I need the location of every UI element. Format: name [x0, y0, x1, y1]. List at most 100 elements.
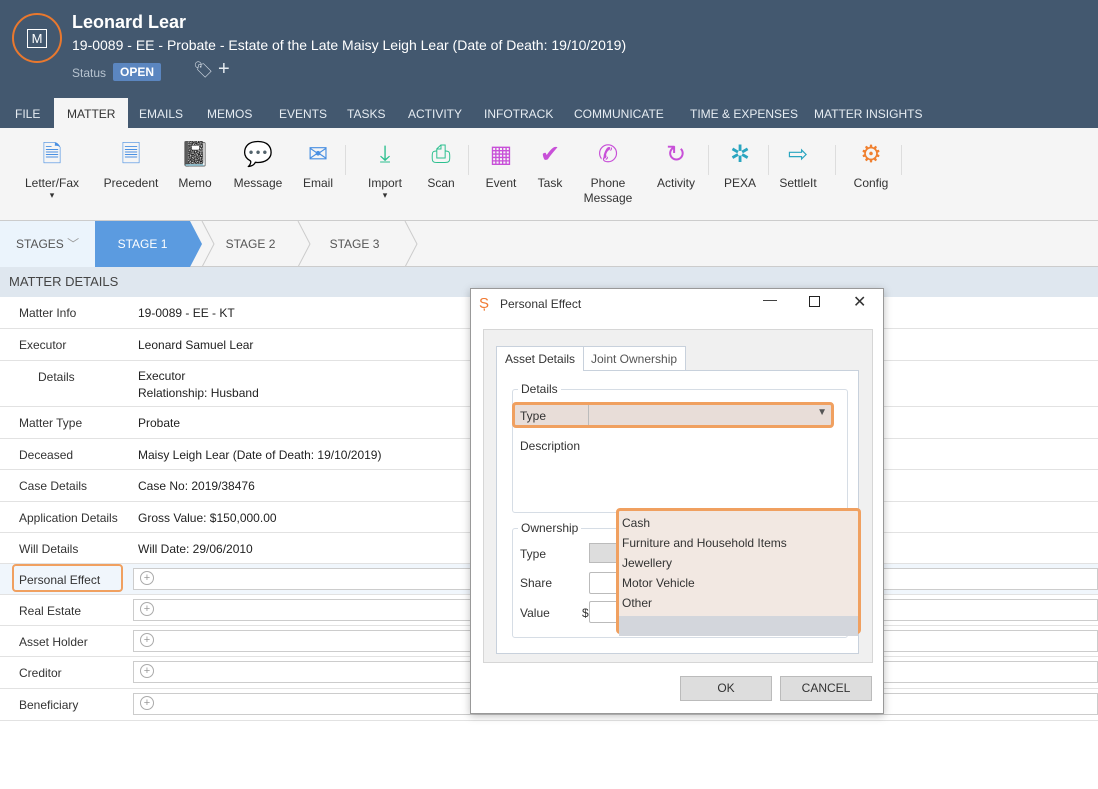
tab-communicate[interactable]: COMMUNICATE — [561, 98, 677, 128]
add-icon[interactable]: + — [140, 571, 154, 585]
add-icon[interactable]: + — [140, 696, 154, 710]
stage-divider — [404, 221, 418, 267]
ribbon-toolbar: 🗎 Letter/Fax ▾ 🗏 Precedent 📓 Memo 💬 Message ✉ Emai… — [0, 128, 1098, 221]
memo-icon: 📓 — [180, 141, 210, 168]
document-icon: 🗏 — [121, 141, 141, 168]
type-option[interactable]: Furniture and Household Items — [622, 536, 787, 550]
row-label: Executor — [19, 338, 67, 352]
chevron-down-icon: ﹀ — [67, 237, 80, 251]
toolbar-separator — [901, 145, 902, 175]
toolbar-activity-button[interactable]: ↻ Activity — [641, 140, 711, 191]
row-label: Matter Type — [19, 416, 83, 430]
status-label: Status — [72, 66, 107, 80]
toolbar-label: Phone Message — [583, 176, 633, 205]
letter-icon: 🗎 — [42, 141, 62, 168]
row-label: Matter Info — [19, 306, 77, 320]
type-option[interactable]: Cash — [622, 516, 650, 530]
row-label: Application Details — [19, 511, 118, 525]
ownership-group-title: Ownership — [518, 521, 582, 535]
toolbar-label: SettleIt — [779, 176, 817, 190]
toolbar-document-button[interactable]: 🗏 Precedent — [96, 140, 166, 191]
row-label: Will Details — [19, 542, 79, 556]
toolbar-letter-button[interactable]: 🗎 Letter/Fax ▾ — [17, 140, 87, 200]
add-icon[interactable]: + — [140, 664, 154, 678]
details-group-title: Details — [518, 382, 561, 396]
close-button[interactable]: ✕ — [853, 292, 866, 312]
logo-letter: M — [26, 28, 48, 48]
toolbar-separator — [345, 145, 346, 175]
stages-menu[interactable]: STAGES ﹀ — [0, 221, 95, 267]
stages-bar: STAGES ﹀ STAGE 1 STAGE 2 STAGE 3 — [0, 221, 1098, 267]
row-label: Case Details — [19, 479, 88, 493]
row-label: Real Estate — [19, 604, 82, 618]
toolbar-label: Email — [302, 176, 333, 190]
dropdown-arrow-icon: ▼ — [817, 407, 827, 418]
toolbar-phone-button[interactable]: ✆ Phone Message — [573, 140, 643, 206]
add-icon[interactable]: + — [140, 633, 154, 647]
toolbar-label: Letter/Fax — [24, 176, 80, 190]
app-logo-icon: Ș — [479, 295, 490, 312]
toolbar-gear-button[interactable]: ⚙ Config — [836, 140, 906, 191]
add-tag-icon[interactable]: + — [218, 58, 230, 81]
tab-infotrack[interactable]: INFOTRACK — [471, 98, 566, 128]
type-option[interactable] — [619, 616, 858, 636]
row-value: Executor — [138, 369, 186, 383]
tab-joint-ownership[interactable]: Joint Ownership — [582, 346, 687, 371]
tab-matter[interactable]: MATTER — [54, 98, 129, 128]
row-value: Will Date: 29/06/2010 — [138, 542, 253, 556]
tab-time-expenses[interactable]: TIME & EXPENSES — [677, 98, 811, 128]
currency-symbol: $ — [582, 606, 589, 620]
tab-activity[interactable]: ACTIVITY — [395, 98, 475, 128]
toolbar-memo-button[interactable]: 📓 Memo — [160, 140, 230, 191]
personal-effect-highlight — [12, 564, 123, 592]
tab-emails[interactable]: EMAILS — [126, 98, 196, 128]
settleit-icon: ⇨ — [787, 141, 809, 168]
row-label: Creditor — [19, 666, 62, 680]
toolbar-label: Activity — [656, 176, 695, 190]
email-icon: ✉ — [307, 141, 329, 168]
stage-3[interactable]: STAGE 3 — [307, 221, 402, 267]
row-value: Leonard Samuel Lear — [138, 338, 254, 352]
type-option[interactable]: Jewellery — [622, 556, 672, 570]
toolbar-separator — [835, 145, 836, 175]
type-option[interactable]: Motor Vehicle — [622, 576, 695, 590]
status-badge[interactable]: OPEN — [113, 63, 162, 81]
row-label: Deceased — [19, 448, 74, 462]
row-value: Probate — [138, 416, 181, 430]
stage-2[interactable]: STAGE 2 — [203, 221, 298, 267]
cancel-button[interactable]: CANCEL — [780, 676, 872, 701]
stage-1[interactable]: STAGE 1 — [95, 221, 190, 267]
matter-logo-icon: M — [12, 13, 62, 63]
add-icon[interactable]: + — [140, 602, 154, 616]
matter-title: Leonard Lear — [72, 12, 187, 32]
ownership-type-label: Type — [520, 547, 547, 561]
type-option[interactable]: Other — [622, 596, 652, 610]
toolbar-separator — [768, 145, 769, 175]
ok-button[interactable]: OK — [680, 676, 772, 701]
dialog-title: Personal Effect — [500, 297, 582, 311]
tab-memos[interactable]: MEMOS — [194, 98, 265, 128]
tab-asset-details[interactable]: Asset Details — [496, 346, 585, 371]
value-label: Value — [520, 606, 550, 620]
row-value: Maisy Leigh Lear (Date of Death: 19/10/2… — [138, 448, 382, 462]
row-label: Asset Holder — [19, 635, 88, 649]
dropdown-arrow-icon: ▾ — [49, 190, 55, 200]
type-dropdown-list: Cash Furniture and Household Items Jewelle… — [616, 508, 861, 636]
maximize-button[interactable] — [809, 296, 820, 307]
toolbar-label: Memo — [178, 176, 212, 190]
description-label: Description — [520, 439, 581, 453]
toolbar-email-button[interactable]: ✉ Email — [283, 140, 353, 191]
matter-subtitle: 19-0089 - EE - Probate - Estate of the L… — [72, 37, 627, 53]
tab-matter-insights[interactable]: MATTER INSIGHTS — [801, 98, 935, 128]
toolbar-label: Config — [853, 176, 889, 190]
type-select[interactable]: ▼ — [588, 405, 831, 425]
row-value: Gross Value: $150,000.00 — [138, 511, 277, 525]
toolbar-settleit-button[interactable]: ⇨ SettleIt — [763, 140, 833, 191]
row-value: 19-0089 - EE - KT — [138, 306, 235, 320]
tab-file[interactable]: FILE — [2, 98, 53, 128]
minimize-button[interactable]: — — [763, 291, 777, 307]
tag-icon[interactable]: 🏷︎ — [193, 60, 213, 80]
tab-tasks[interactable]: TASKS — [334, 98, 398, 128]
gear-icon: ⚙ — [860, 141, 882, 168]
tab-events[interactable]: EVENTS — [266, 98, 340, 128]
